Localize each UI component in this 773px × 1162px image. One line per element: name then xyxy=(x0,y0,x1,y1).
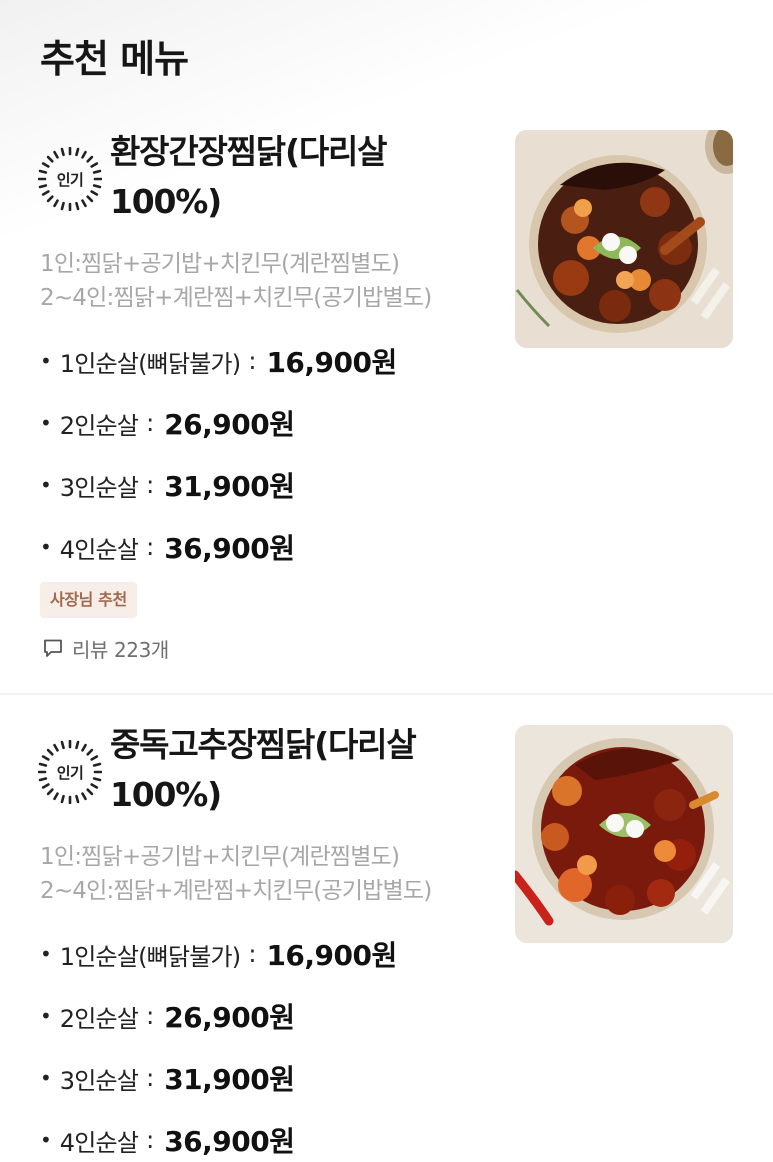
menu-description: 1인:찜닭+공기밥+치킨무(계란찜별도) 2~4인:찜닭+계란찜+치킨무(공기밥… xyxy=(40,840,500,908)
bullet: • xyxy=(40,942,52,966)
menu-name-line2: 100%) xyxy=(110,182,222,221)
food-photo-illustration xyxy=(515,725,733,943)
bullet: • xyxy=(40,349,52,373)
bullet: • xyxy=(40,1004,52,1028)
braised-chicken-soy-photo[interactable] xyxy=(515,130,733,348)
price-separator: : xyxy=(146,1064,155,1092)
price-value: 26,900원 xyxy=(164,408,295,441)
price-value: 31,900원 xyxy=(164,470,295,503)
price-value: 36,900원 xyxy=(164,532,295,565)
price-value: 31,900원 xyxy=(164,1063,295,1096)
price-row: • 2인순살 : 26,900원 xyxy=(40,392,500,454)
price-row: • 3인순살 : 31,900원 xyxy=(40,454,500,516)
popular-badge-label: 인기 xyxy=(56,763,84,782)
bullet: • xyxy=(40,1128,52,1152)
braised-chicken-gochujang-photo[interactable] xyxy=(515,725,733,943)
menu-name-line1: 중독고추장찜닭(다리살 xyxy=(110,725,417,764)
price-label: 1인순살(뼈닭불가) xyxy=(59,349,241,378)
price-row: • 2인순살 : 26,900원 xyxy=(40,985,500,1047)
price-list: • 1인순살(뼈닭불가) : 16,900원 • 2인순살 : 26,900원 … xyxy=(40,923,500,1162)
bullet: • xyxy=(40,473,52,497)
price-row: • 1인순살(뼈닭불가) : 16,900원 xyxy=(40,330,500,392)
section-title: 추천 메뉴 xyxy=(40,37,189,81)
price-label: 4인순살 xyxy=(59,1128,139,1157)
price-separator: : xyxy=(248,940,257,968)
price-separator: : xyxy=(146,1002,155,1030)
popular-badge: 인기 xyxy=(38,147,102,211)
speech-bubble-icon xyxy=(44,639,62,657)
section-divider xyxy=(0,693,773,695)
price-separator: : xyxy=(146,1126,155,1154)
price-separator: : xyxy=(248,347,257,375)
menu-item-card[interactable]: 인기 환장간장찜닭(다리살 100%) 1인:찜닭+공기밥+치킨무(계란찜별도)… xyxy=(0,125,773,695)
owner-recommend-tag: 사장님 추천 xyxy=(40,582,137,618)
price-value: 26,900원 xyxy=(164,1001,295,1034)
price-row: • 4인순살 : 36,900원 xyxy=(40,1109,500,1162)
menu-name[interactable]: 중독고추장찜닭(다리살 100%) xyxy=(110,720,470,820)
bullet: • xyxy=(40,411,52,435)
price-value: 16,900원 xyxy=(266,346,397,379)
menu-description-line1: 1인:찜닭+공기밥+치킨무(계란찜별도) xyxy=(40,251,400,277)
price-label: 2인순살 xyxy=(59,411,139,440)
price-value: 36,900원 xyxy=(164,1125,295,1158)
price-separator: : xyxy=(146,409,155,437)
recommended-menu-page: 추천 메뉴 인기 환장간장찜닭(다리살 100%) 1인:찜닭+공기밥+치킨무(… xyxy=(0,0,773,1162)
bullet: • xyxy=(40,535,52,559)
price-label: 3인순살 xyxy=(59,473,139,502)
menu-description-line1: 1인:찜닭+공기밥+치킨무(계란찜별도) xyxy=(40,844,400,870)
price-row: • 4인순살 : 36,900원 xyxy=(40,516,500,578)
price-label: 1인순살(뼈닭불가) xyxy=(59,942,241,971)
price-label: 4인순살 xyxy=(59,535,139,564)
price-row: • 1인순살(뼈닭불가) : 16,900원 xyxy=(40,923,500,985)
price-separator: : xyxy=(146,471,155,499)
menu-name[interactable]: 환장간장찜닭(다리살 100%) xyxy=(110,127,470,227)
bullet: • xyxy=(40,1066,52,1090)
price-label: 3인순살 xyxy=(59,1066,139,1095)
price-list: • 1인순살(뼈닭불가) : 16,900원 • 2인순살 : 26,900원 … xyxy=(40,330,500,578)
food-photo-illustration xyxy=(515,130,733,348)
menu-name-line2: 100%) xyxy=(110,775,222,814)
price-value: 16,900원 xyxy=(266,939,397,972)
menu-description: 1인:찜닭+공기밥+치킨무(계란찜별도) 2~4인:찜닭+계란찜+치킨무(공기밥… xyxy=(40,247,500,315)
price-separator: : xyxy=(146,533,155,561)
price-row: • 3인순살 : 31,900원 xyxy=(40,1047,500,1109)
review-count-label: 리뷰 223개 xyxy=(72,637,169,662)
popular-badge-label: 인기 xyxy=(56,170,84,189)
menu-description-line2: 2~4인:찜닭+계란찜+치킨무(공기밥별도) xyxy=(40,285,432,311)
price-label: 2인순살 xyxy=(59,1004,139,1033)
review-count[interactable]: 리뷰 223개 xyxy=(42,633,169,663)
popular-badge: 인기 xyxy=(38,740,102,804)
menu-description-line2: 2~4인:찜닭+계란찜+치킨무(공기밥별도) xyxy=(40,878,432,904)
menu-name-line1: 환장간장찜닭(다리살 xyxy=(110,132,388,171)
menu-item-card[interactable]: 인기 중독고추장찜닭(다리살 100%) 1인:찜닭+공기밥+치킨무(계란찜별도… xyxy=(0,718,773,1162)
